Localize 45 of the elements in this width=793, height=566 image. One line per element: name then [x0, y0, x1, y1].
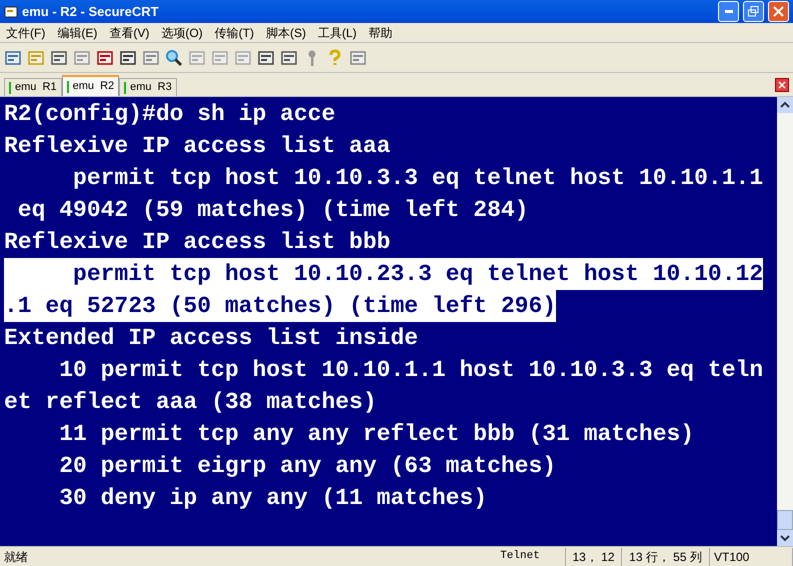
terminal-line: permit tcp host 10.10.3.3 eq telnet host 10.10.1.1	[72, 164, 764, 193]
cursor-position: 13， 12	[565, 548, 621, 566]
menu-item[interactable]: 工具(L)	[312, 24, 363, 42]
session-tab[interactable]: emu R3	[119, 78, 177, 96]
menu-item[interactable]: 帮助	[362, 24, 399, 42]
window-title: emu - R2 - SecureCRT	[22, 2, 159, 21]
scroll-up-icon[interactable]	[777, 97, 793, 113]
restore-icon	[748, 6, 759, 17]
close-tab-button[interactable]	[775, 78, 789, 92]
session-tab[interactable]: emu R2	[62, 75, 120, 96]
menu-item[interactable]: 编辑(E)	[51, 24, 104, 42]
session-tab[interactable]: emu R1	[4, 78, 62, 96]
terminal-line: R2(config)#do sh ip acce	[4, 100, 336, 129]
menu-item[interactable]: 脚本(S)	[260, 24, 312, 42]
scrollbar[interactable]	[777, 97, 793, 546]
terminal-line: Extended IP access list inside	[4, 324, 418, 353]
close-icon	[778, 81, 786, 89]
terminal-line: Reflexive IP access list bbb	[4, 228, 390, 257]
menu-item[interactable]: 选项(O)	[155, 24, 209, 42]
terminal-line: 11 permit tcp any any reflect bbb (31 matches)	[58, 420, 694, 449]
terminal[interactable]	[0, 97, 777, 546]
scroll-thumb[interactable]	[777, 510, 793, 530]
close-icon	[773, 6, 784, 17]
terminal-line: 10 permit tcp host 10.10.1.1 host 10.10.3.3 eq teln	[58, 356, 764, 385]
menu-item[interactable]: 查看(V)	[103, 24, 156, 42]
app-icon	[4, 4, 18, 18]
minimize-button[interactable]	[718, 1, 739, 22]
terminal-line: 20 permit eigrp any any (63 matches)	[58, 452, 556, 481]
maximize-button[interactable]	[743, 1, 764, 22]
size-text: 13 行， 55 列	[621, 548, 709, 566]
status-text: 就绪	[3, 548, 29, 566]
terminal-line: Reflexive IP access list aaa	[4, 132, 390, 161]
scroll-down-icon[interactable]	[777, 530, 793, 546]
terminal-line: 30 deny ip any any (11 matches)	[58, 484, 488, 513]
terminal-line: eq 49042 (59 matches) (time left 284)	[16, 196, 528, 225]
menu-item[interactable]: 文件(F)	[0, 24, 52, 42]
emulation-text: VT100	[709, 548, 793, 566]
minimize-icon	[724, 10, 732, 13]
close-button[interactable]	[768, 1, 789, 22]
terminal-line: et reflect aaa (38 matches)	[4, 388, 377, 417]
status-icon	[66, 80, 69, 92]
status-icon	[124, 82, 126, 94]
search-icon[interactable]	[165, 48, 183, 66]
protocol-text: Telnet	[499, 549, 541, 564]
menu-item[interactable]: 传输(T)	[208, 24, 260, 42]
